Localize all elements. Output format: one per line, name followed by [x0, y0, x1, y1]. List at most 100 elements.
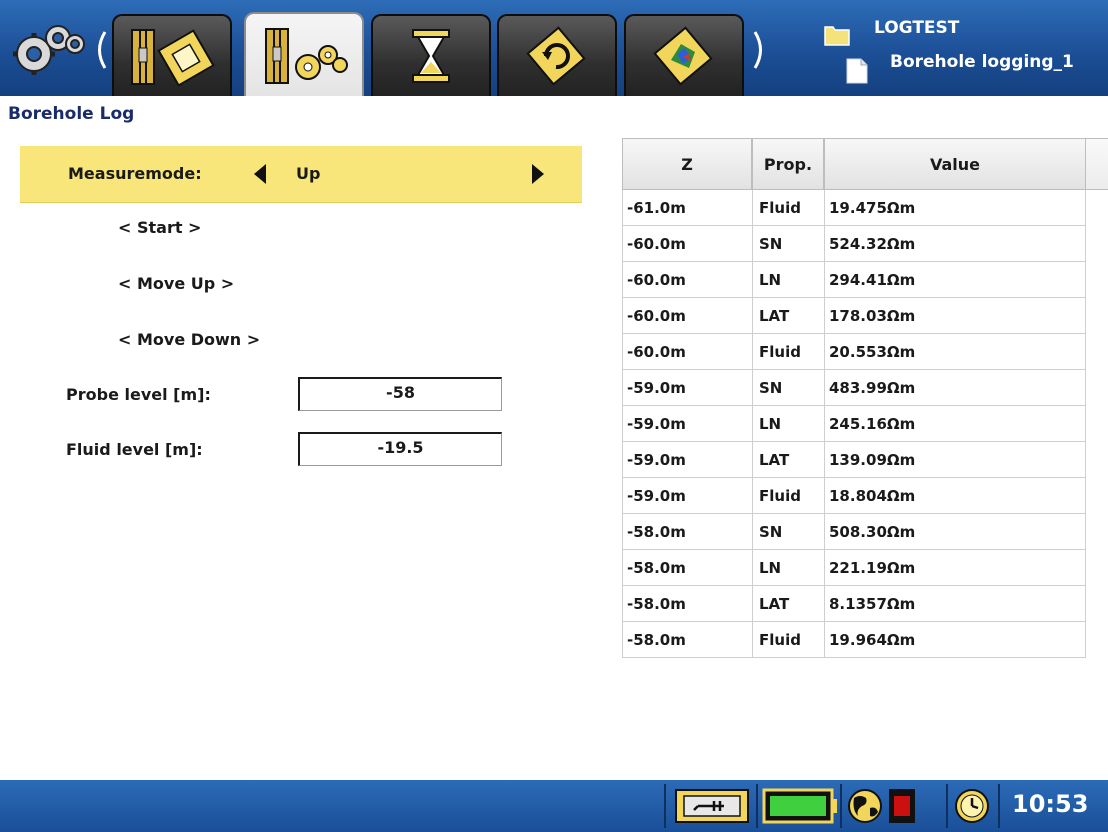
cell-z: -59.0m: [622, 442, 752, 478]
column-header-prop[interactable]: Prop.: [752, 138, 824, 190]
fluid-level-label: Fluid level [m]:: [66, 440, 203, 459]
cell-z: -58.0m: [622, 514, 752, 550]
measuremode-value: Up: [296, 164, 321, 183]
table-row[interactable]: -60.0m Fluid 20.553Ωm: [622, 334, 1086, 370]
measuremode-selector[interactable]: Measuremode: Up: [20, 146, 582, 202]
cell-value: 139.09Ωm: [824, 442, 1086, 478]
clock-icon[interactable]: [954, 788, 990, 824]
move-down-button[interactable]: < Move Down >: [118, 330, 260, 349]
cell-prop: LN: [752, 550, 824, 586]
cell-prop: SN: [752, 226, 824, 262]
status-divider: [998, 784, 1000, 828]
cell-z: -58.0m: [622, 622, 752, 658]
table-header-filler: [1086, 138, 1108, 190]
cell-z: -61.0m: [622, 190, 752, 226]
file-icon: [846, 58, 868, 84]
status-divider: [756, 784, 758, 828]
cell-prop: LAT: [752, 298, 824, 334]
cell-value: 8.1357Ωm: [824, 586, 1086, 622]
cell-value: 19.475Ωm: [824, 190, 1086, 226]
column-header-value[interactable]: Value: [824, 138, 1086, 190]
fluid-level-field[interactable]: -19.5: [298, 432, 502, 466]
table-row[interactable]: -59.0m Fluid 18.804Ωm: [622, 478, 1086, 514]
refresh-tag-icon: [526, 26, 586, 86]
table-row[interactable]: -60.0m SN 524.32Ωm: [622, 226, 1086, 262]
cell-prop: LN: [752, 262, 824, 298]
globe-icon[interactable]: [846, 788, 884, 824]
start-button[interactable]: < Start >: [118, 218, 201, 237]
table-header: Z Prop. Value: [622, 138, 1108, 190]
cell-z: -59.0m: [622, 478, 752, 514]
power-plug-icon[interactable]: [674, 788, 752, 824]
cell-value: 508.30Ωm: [824, 514, 1086, 550]
cell-z: -60.0m: [622, 334, 752, 370]
cell-prop: Fluid: [752, 190, 824, 226]
status-divider: [946, 784, 948, 828]
borehole-settings-icon: [265, 28, 348, 84]
battery-icon[interactable]: [762, 788, 838, 824]
table-row[interactable]: -59.0m SN 483.99Ωm: [622, 370, 1086, 406]
tab-color-map[interactable]: [624, 14, 744, 96]
record-indicator-icon[interactable]: [888, 788, 916, 824]
tabs-scroll-left-icon[interactable]: [92, 30, 108, 70]
color-map-tag-icon: [653, 26, 713, 86]
cell-value: 18.804Ωm: [824, 478, 1086, 514]
document-name: Borehole logging_1: [890, 52, 1074, 72]
tab-timer[interactable]: [371, 14, 491, 96]
clock-time: 10:53: [1012, 790, 1089, 818]
tab-borehole-settings[interactable]: [244, 12, 364, 96]
table-row[interactable]: -59.0m LN 245.16Ωm: [622, 406, 1086, 442]
cell-value: 19.964Ωm: [824, 622, 1086, 658]
table-row[interactable]: -58.0m LN 221.19Ωm: [622, 550, 1086, 586]
cell-value: 178.03Ωm: [824, 298, 1086, 334]
settings-gears-icon[interactable]: [8, 18, 88, 78]
project-name: LOGTEST: [874, 18, 960, 38]
column-header-z[interactable]: Z: [622, 138, 752, 190]
status-bar: 10:53: [0, 780, 1108, 832]
cell-z: -59.0m: [622, 370, 752, 406]
cell-prop: LAT: [752, 442, 824, 478]
folder-icon: [824, 26, 850, 46]
cell-z: -59.0m: [622, 406, 752, 442]
cell-z: -58.0m: [622, 550, 752, 586]
tab-borehole-sheet[interactable]: [112, 14, 232, 96]
move-up-button[interactable]: < Move Up >: [118, 274, 234, 293]
table-row[interactable]: -58.0m LAT 8.1357Ωm: [622, 586, 1086, 622]
cell-value: 294.41Ωm: [824, 262, 1086, 298]
table-row[interactable]: -58.0m Fluid 19.964Ωm: [622, 622, 1086, 658]
table-row[interactable]: -58.0m SN 508.30Ωm: [622, 514, 1086, 550]
cell-z: -60.0m: [622, 298, 752, 334]
status-divider: [840, 784, 842, 828]
log-table: Z Prop. Value -61.0m Fluid 19.475Ωm -60.0m S…: [622, 138, 1108, 662]
measuremode-label: Measuremode:: [68, 164, 202, 183]
project-info: LOGTEST Borehole logging_1: [820, 18, 1106, 88]
arrow-left-icon[interactable]: [252, 162, 268, 186]
table-row[interactable]: -60.0m LAT 178.03Ωm: [622, 298, 1086, 334]
top-tab-bar: LOGTEST Borehole logging_1: [0, 0, 1108, 96]
cell-value: 20.553Ωm: [824, 334, 1086, 370]
tabs-scroll-right-icon[interactable]: [752, 30, 768, 70]
table-row[interactable]: -59.0m LAT 139.09Ωm: [622, 442, 1086, 478]
page-title: Borehole Log: [8, 104, 135, 124]
table-row[interactable]: -61.0m Fluid 19.475Ωm: [622, 190, 1086, 226]
table-row[interactable]: -60.0m LN 294.41Ωm: [622, 262, 1086, 298]
cell-value: 245.16Ωm: [824, 406, 1086, 442]
cell-prop: LAT: [752, 586, 824, 622]
cell-value: 221.19Ωm: [824, 550, 1086, 586]
probe-level-label: Probe level [m]:: [66, 385, 211, 404]
cell-value: 524.32Ωm: [824, 226, 1086, 262]
borehole-sheet-icon: [131, 29, 215, 86]
cell-prop: SN: [752, 514, 824, 550]
cell-z: -58.0m: [622, 586, 752, 622]
cell-value: 483.99Ωm: [824, 370, 1086, 406]
cell-prop: Fluid: [752, 478, 824, 514]
probe-level-field[interactable]: -58: [298, 377, 502, 411]
arrow-right-icon[interactable]: [530, 162, 546, 186]
status-divider: [664, 784, 666, 828]
cell-z: -60.0m: [622, 226, 752, 262]
table-body: -61.0m Fluid 19.475Ωm -60.0m SN 524.32Ωm -60.0…: [622, 190, 1086, 658]
cell-z: -60.0m: [622, 262, 752, 298]
tab-reprocess[interactable]: [497, 14, 617, 96]
cell-prop: LN: [752, 406, 824, 442]
hourglass-icon: [412, 29, 450, 83]
